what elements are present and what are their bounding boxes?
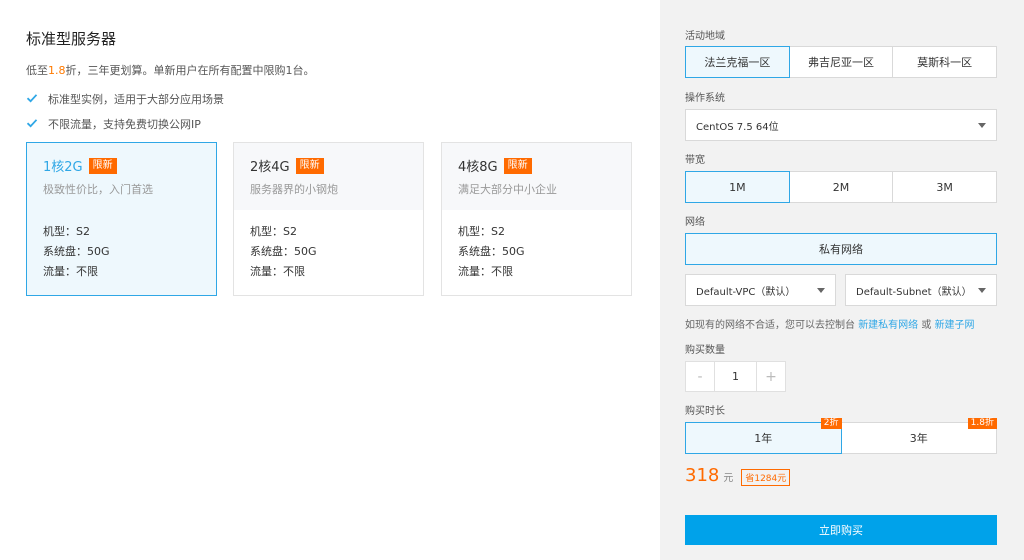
plan-desc: 服务器界的小钢炮: [250, 183, 338, 196]
os-select[interactable]: CentOS 7.5 64位: [685, 109, 997, 141]
chevron-down-icon: [817, 287, 825, 293]
plan-name: 4核8G: [458, 160, 498, 175]
product-section: 标准型服务器 低至1.8折，三年更划算。单新用户在所有配置中限购1台。 标准型实…: [0, 0, 660, 560]
create-subnet-link[interactable]: 新建子网: [935, 320, 975, 331]
spec-disk: 系统盘：50G: [43, 245, 110, 258]
promo-subtitle: 低至1.8折，三年更划算。单新用户在所有配置中限购1台。: [26, 62, 315, 78]
subnet-select[interactable]: Default-Subnet（默认）: [845, 274, 997, 306]
plan-specs: 机型：S2 系统盘：50G 流量：不限: [442, 210, 631, 282]
bandwidth-label: 带宽: [685, 155, 705, 166]
page-title: 标准型服务器: [26, 30, 117, 48]
plan-desc: 极致性价比，入门首选: [43, 183, 153, 196]
price-value: 318: [685, 465, 720, 486]
hint-text: 如现有的网络不合适，您可以去控制台: [685, 320, 855, 331]
plan-card-head: 1核2G 限新 极致性价比，入门首选: [27, 143, 216, 210]
plan-desc: 满足大部分中小企业: [458, 183, 557, 196]
duration-text: 3年: [909, 432, 928, 445]
feature-text: 不限流量，支持免费切换公网IP: [48, 118, 201, 131]
plan-badge: 限新: [503, 157, 532, 174]
subtitle-suffix: 折，三年更划算。单新用户在所有配置中限购1台。: [65, 64, 315, 77]
price-display: 318 元 省1284元: [685, 465, 791, 486]
spec-disk: 系统盘：50G: [250, 245, 317, 258]
region-selector: 法兰克福一区 弗吉尼亚一区 莫斯科一区: [685, 46, 998, 78]
duration-text: 1年: [754, 432, 773, 445]
vpc-value: Default-VPC（默认）: [696, 286, 796, 298]
bandwidth-option-1m[interactable]: 1M: [685, 171, 790, 203]
network-hint: 如现有的网络不合适，您可以去控制台 新建私有网络 或 新建子网: [685, 316, 975, 331]
hint-or: 或: [921, 320, 932, 331]
plan-card-1c2g[interactable]: 1核2G 限新 极致性价比，入门首选 机型：S2 系统盘：50G 流量：不限: [26, 142, 217, 296]
feature-item: 不限流量，支持免费切换公网IP: [26, 116, 201, 132]
bandwidth-option-3m[interactable]: 3M: [892, 171, 998, 203]
spec-model: 机型：S2: [458, 225, 505, 238]
plan-specs: 机型：S2 系统盘：50G 流量：不限: [27, 210, 216, 282]
spec-model: 机型：S2: [43, 225, 90, 238]
duration-option-3y[interactable]: 3年 1.8折: [840, 418, 997, 454]
os-value: CentOS 7.5 64位: [696, 121, 779, 133]
quantity-stepper: - 1 +: [685, 361, 786, 392]
chevron-down-icon: [978, 287, 986, 293]
duration-selector: 1年 2折 3年 1.8折: [685, 418, 997, 454]
savings-badge: 省1284元: [741, 469, 791, 486]
quantity-label: 购买数量: [685, 345, 725, 356]
bandwidth-option-2m[interactable]: 2M: [788, 171, 894, 203]
network-label: 网络: [685, 217, 705, 228]
spec-traffic: 流量：不限: [458, 265, 513, 278]
vpc-select[interactable]: Default-VPC（默认）: [685, 274, 836, 306]
spec-model: 机型：S2: [250, 225, 297, 238]
plan-specs: 机型：S2 系统盘：50G 流量：不限: [234, 210, 423, 282]
plan-card-head: 4核8G 限新 满足大部分中小企业: [442, 143, 631, 210]
discount-badge: 2折: [820, 418, 842, 429]
quantity-value[interactable]: 1: [714, 362, 757, 391]
os-label: 操作系统: [685, 93, 725, 104]
decrement-button[interactable]: -: [686, 362, 714, 391]
page: 标准型服务器 低至1.8折，三年更划算。单新用户在所有配置中限购1台。 标准型实…: [0, 0, 1024, 560]
price-unit: 元: [723, 473, 734, 484]
feature-item: 标准型实例，适用于大部分应用场景: [26, 91, 224, 107]
duration-option-1y[interactable]: 1年 2折: [685, 418, 842, 454]
region-label: 活动地域: [685, 31, 725, 42]
duration-label: 购买时长: [685, 406, 725, 417]
check-icon: [26, 92, 40, 106]
plan-card-2c4g[interactable]: 2核4G 限新 服务器界的小钢炮 机型：S2 系统盘：50G 流量：不限: [233, 142, 424, 296]
network-type-button[interactable]: 私有网络: [685, 233, 997, 265]
create-vpc-link[interactable]: 新建私有网络: [858, 320, 918, 331]
config-panel: 活动地域 法兰克福一区 弗吉尼亚一区 莫斯科一区 操作系统 CentOS 7.5…: [660, 0, 1024, 560]
discount-badge: 1.8折: [967, 418, 997, 429]
spec-traffic: 流量：不限: [250, 265, 305, 278]
bandwidth-selector: 1M 2M 3M: [685, 171, 998, 203]
chevron-down-icon: [978, 122, 986, 128]
subnet-value: Default-Subnet（默认）: [856, 286, 972, 298]
check-icon: [26, 117, 40, 131]
increment-button[interactable]: +: [757, 362, 785, 391]
plan-name: 2核4G: [250, 160, 290, 175]
spec-traffic: 流量：不限: [43, 265, 98, 278]
region-option-virginia[interactable]: 弗吉尼亚一区: [788, 46, 894, 78]
subtitle-discount: 1.8: [48, 64, 66, 77]
plan-name: 1核2G: [43, 160, 83, 175]
subtitle-prefix: 低至: [26, 64, 48, 77]
plan-card-4c8g[interactable]: 4核8G 限新 满足大部分中小企业 机型：S2 系统盘：50G 流量：不限: [441, 142, 632, 296]
plan-badge: 限新: [88, 157, 117, 174]
region-option-moscow[interactable]: 莫斯科一区: [892, 46, 998, 78]
feature-text: 标准型实例，适用于大部分应用场景: [48, 93, 224, 106]
region-option-frankfurt[interactable]: 法兰克福一区: [685, 46, 790, 78]
plan-badge: 限新: [295, 157, 324, 174]
spec-disk: 系统盘：50G: [458, 245, 525, 258]
buy-now-button[interactable]: 立即购买: [685, 515, 997, 545]
plan-card-head: 2核4G 限新 服务器界的小钢炮: [234, 143, 423, 210]
